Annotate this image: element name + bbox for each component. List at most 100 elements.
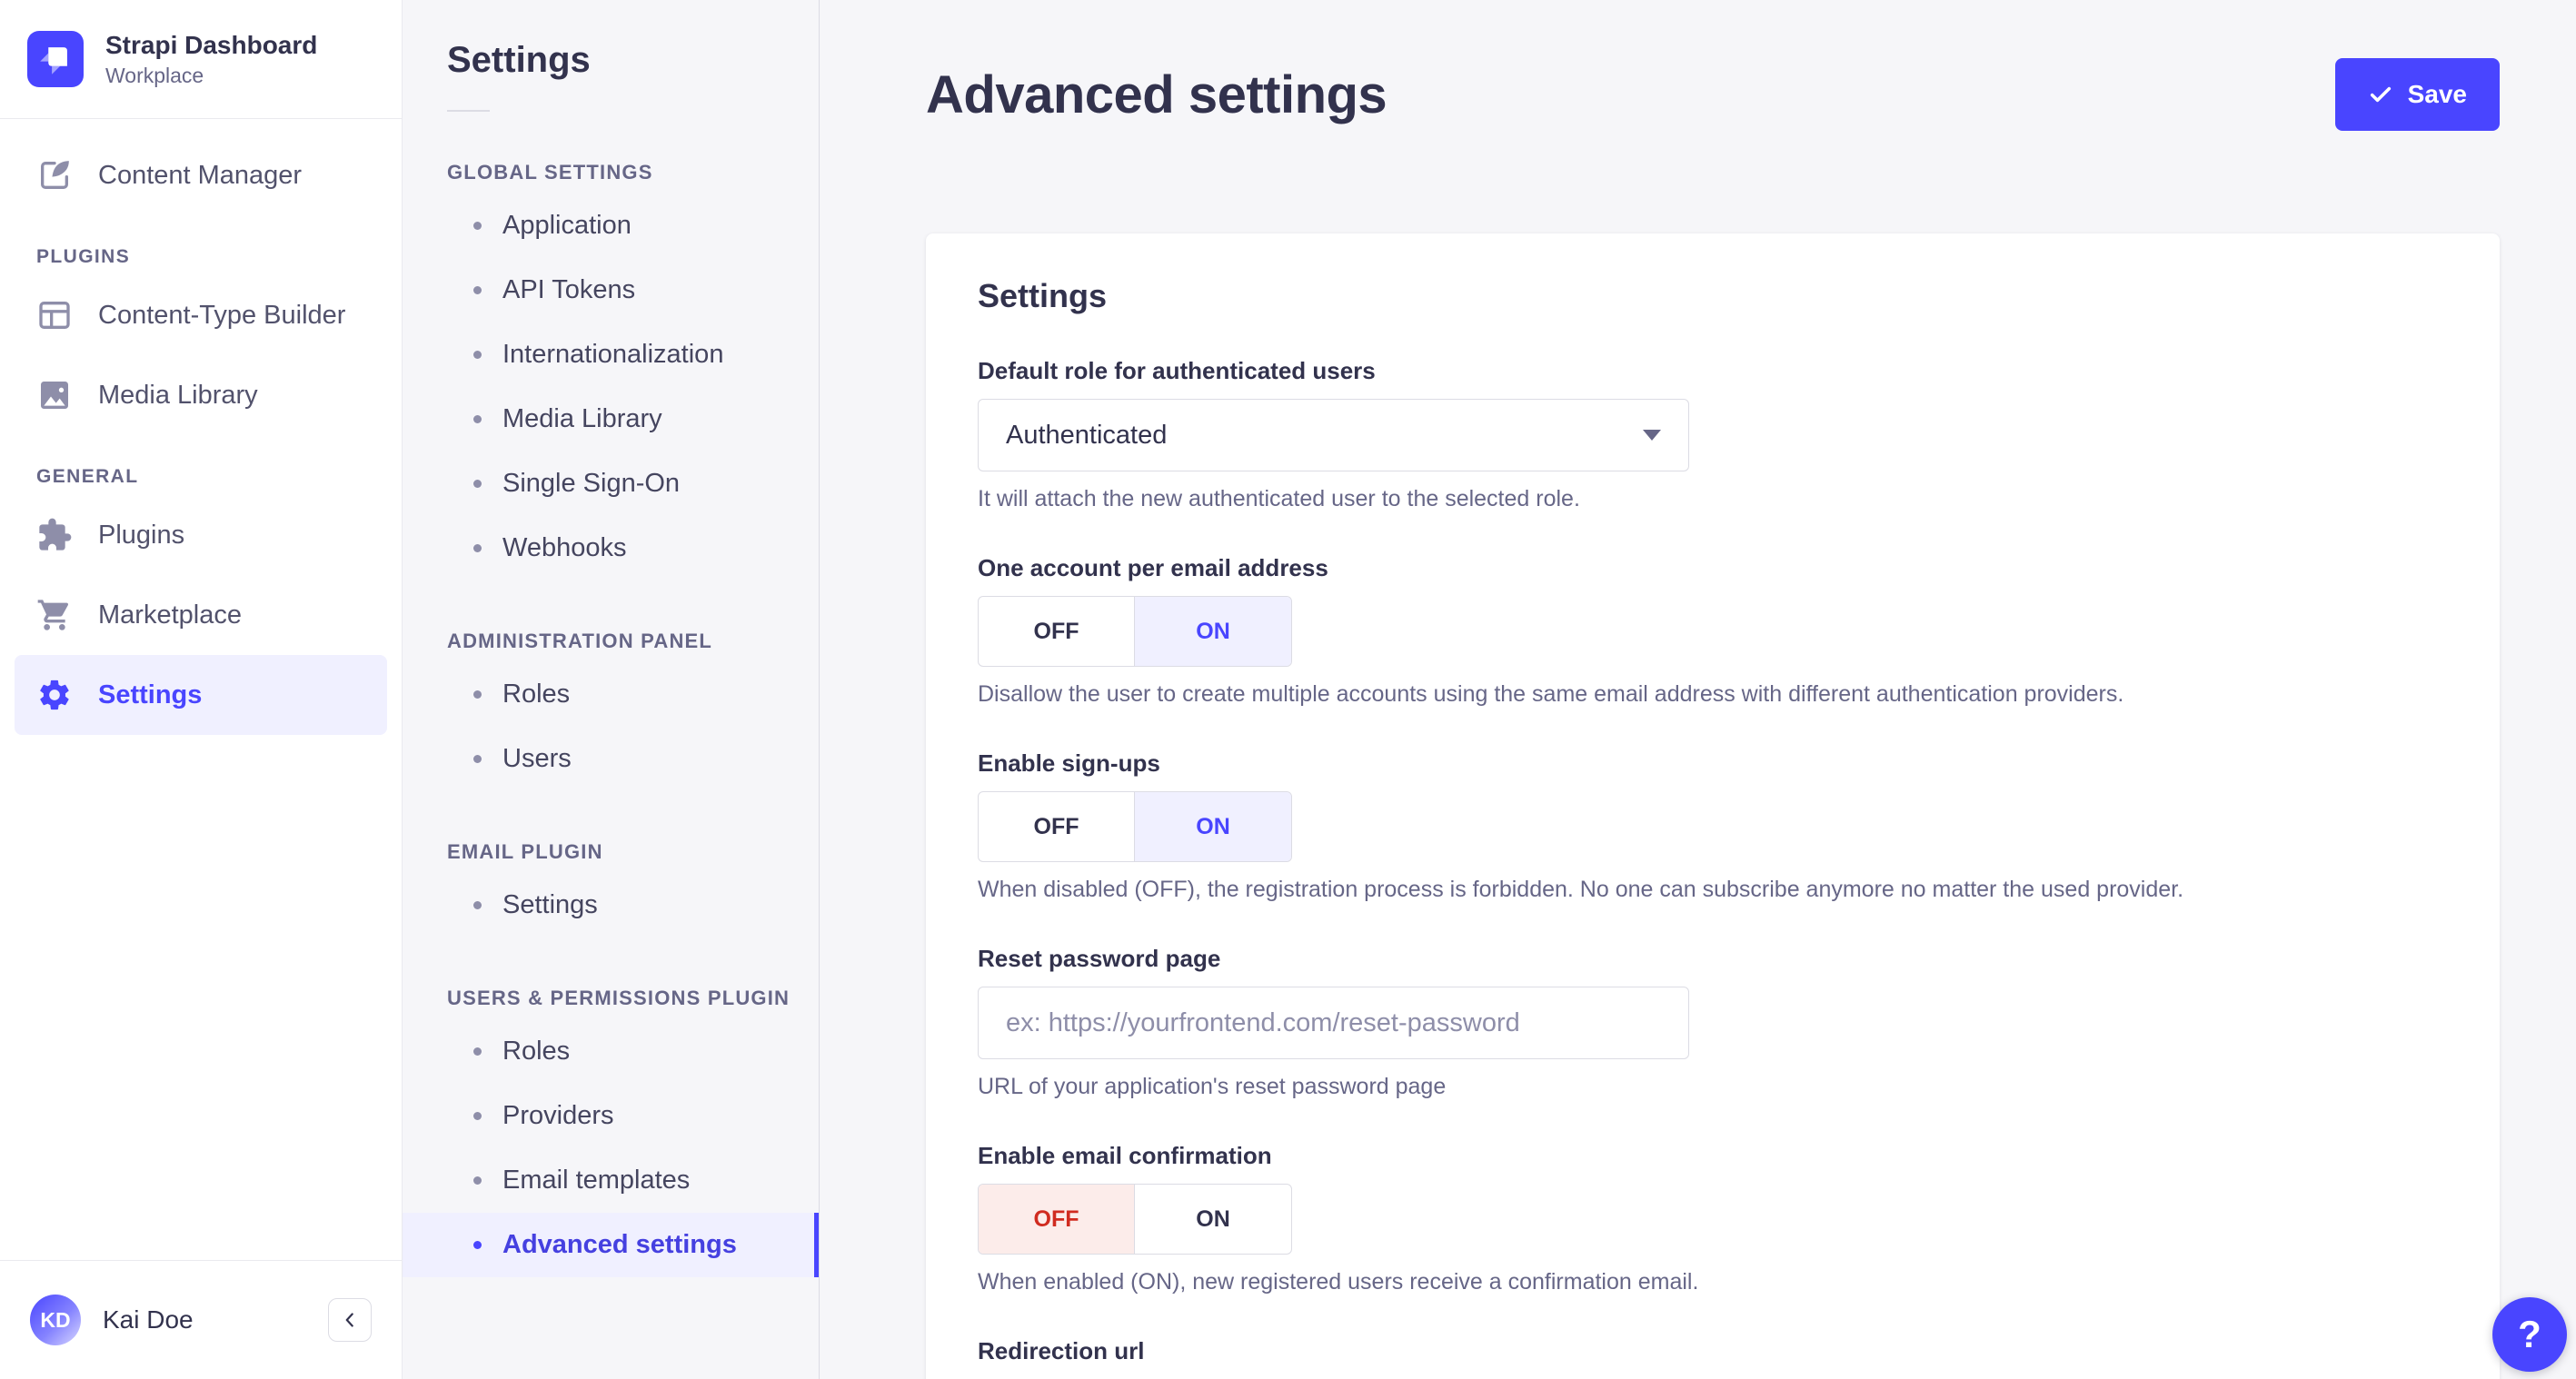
chevron-left-icon	[338, 1308, 362, 1332]
bullet-icon	[473, 480, 482, 488]
field-label: Enable sign-ups	[978, 749, 1160, 777]
sidebar-item-plugins[interactable]: Plugins	[15, 495, 387, 575]
enable-sign-ups-toggle[interactable]: OFF ON	[978, 791, 1292, 862]
chevron-down-icon	[1643, 430, 1661, 441]
brand-title: Strapi Dashboard	[105, 31, 318, 60]
sidebar-item-label: Plugins	[98, 520, 185, 550]
toggle-on-option[interactable]: ON	[1135, 1185, 1291, 1254]
strapi-admin-app: Strapi Dashboard Workplace Content Manag…	[0, 0, 2576, 1379]
bullet-icon	[473, 1047, 482, 1056]
bullet-icon	[473, 690, 482, 699]
subnav-item-label: Email templates	[502, 1166, 691, 1195]
page-header: Advanced settings Save	[820, 0, 2576, 131]
layout-grid-icon	[36, 297, 73, 333]
subnav-item-label: Roles	[502, 680, 571, 709]
subnav-item-up-roles[interactable]: Roles	[403, 1019, 819, 1084]
subnav-divider	[447, 110, 490, 112]
sidebar-nav: Content Manager PLUGINS Content-Type Bui…	[0, 119, 402, 1260]
subnav-item-admin-users[interactable]: Users	[403, 727, 819, 791]
sidebar-item-settings[interactable]: Settings	[15, 655, 387, 735]
toggle-on-option[interactable]: ON	[1135, 792, 1291, 861]
subnav-item-label: API Tokens	[502, 275, 636, 304]
subnav-item-providers[interactable]: Providers	[403, 1084, 819, 1148]
subnav-item-email-settings[interactable]: Settings	[403, 873, 819, 938]
toggle-off-option[interactable]: OFF	[979, 1185, 1135, 1254]
field-label: Reset password page	[978, 945, 1221, 972]
sidebar-item-media-library[interactable]: Media Library	[15, 355, 387, 435]
puzzle-icon	[36, 517, 73, 553]
help-button[interactable]: ?	[2492, 1297, 2567, 1372]
main-sidebar: Strapi Dashboard Workplace Content Manag…	[0, 0, 403, 1379]
workspace-brand[interactable]: Strapi Dashboard Workplace	[0, 0, 402, 119]
sidebar-item-label: Media Library	[98, 380, 258, 410]
field-label: Redirection url	[978, 1337, 1145, 1364]
sidebar-section-plugins: PLUGINS	[36, 246, 131, 267]
subnav-item-label: Settings	[502, 890, 598, 919]
field-hint: Disallow the user to create multiple acc…	[978, 681, 2124, 707]
default-role-select[interactable]: Authenticated	[978, 399, 1689, 471]
quill-square-icon	[36, 157, 73, 193]
subnav-item-single-sign-on[interactable]: Single Sign-On	[403, 451, 819, 516]
subnav-section-global-settings: GLOBAL SETTINGS	[447, 161, 653, 184]
subnav-item-webhooks[interactable]: Webhooks	[403, 516, 819, 580]
sidebar-item-content-type-builder[interactable]: Content-Type Builder	[15, 275, 387, 355]
bullet-icon	[473, 286, 482, 294]
field-label: One account per email address	[978, 554, 1328, 581]
one-account-per-email-toggle[interactable]: OFF ON	[978, 596, 1292, 667]
settings-card: Settings Default role for authenticated …	[926, 233, 2500, 1379]
sidebar-section-general: GENERAL	[36, 466, 139, 487]
toggle-off-option[interactable]: OFF	[979, 792, 1135, 861]
collapse-sidebar-button[interactable]	[328, 1298, 372, 1342]
subnav-item-advanced-settings[interactable]: Advanced settings	[403, 1213, 819, 1277]
bullet-icon	[473, 1176, 482, 1185]
subnav-item-application[interactable]: Application	[403, 193, 819, 258]
save-button-label: Save	[2407, 80, 2467, 108]
settings-subnav: Settings GLOBAL SETTINGS Application API…	[403, 0, 820, 1379]
field-default-role: Default role for authenticated users Aut…	[978, 357, 2448, 512]
brand-text: Strapi Dashboard Workplace	[105, 30, 317, 88]
cart-icon	[36, 597, 73, 633]
subnav-item-label: Roles	[502, 1037, 571, 1066]
subnav-item-label: Users	[502, 744, 572, 773]
field-hint: When enabled (ON), new registered users …	[978, 1269, 1699, 1295]
field-hint: When disabled (OFF), the registration pr…	[978, 877, 2184, 902]
bullet-icon	[473, 222, 482, 230]
field-reset-password-page: Reset password page URL of your applicat…	[978, 945, 2448, 1100]
field-hint: URL of your application's reset password…	[978, 1074, 1447, 1099]
toggle-on-option[interactable]: ON	[1135, 597, 1291, 666]
sidebar-item-marketplace[interactable]: Marketplace	[15, 575, 387, 655]
bullet-icon	[473, 901, 482, 909]
bullet-icon	[473, 544, 482, 552]
enable-email-confirmation-toggle[interactable]: OFF ON	[978, 1184, 1292, 1255]
sidebar-item-label: Settings	[98, 680, 203, 709]
save-button[interactable]: Save	[2334, 58, 2500, 131]
subnav-item-admin-roles[interactable]: Roles	[403, 662, 819, 727]
subnav-item-label: Single Sign-On	[502, 469, 681, 498]
sidebar-item-label: Marketplace	[98, 600, 242, 630]
subnav-title: Settings	[447, 40, 591, 80]
subnav-section-email-plugin: EMAIL PLUGIN	[447, 840, 603, 863]
avatar[interactable]: KD	[30, 1295, 81, 1345]
main-content: Advanced settings Save Settings Default …	[820, 0, 2576, 1379]
toggle-off-option[interactable]: OFF	[979, 597, 1135, 666]
subnav-item-label: Providers	[502, 1101, 614, 1130]
sidebar-item-content-manager[interactable]: Content Manager	[15, 135, 387, 215]
field-hint: It will attach the new authenticated use…	[978, 486, 1580, 511]
reset-password-page-input[interactable]	[978, 987, 1689, 1059]
field-one-account-per-email: One account per email address OFF ON Dis…	[978, 554, 2448, 708]
field-label: Default role for authenticated users	[978, 357, 1376, 384]
bullet-icon	[473, 1241, 482, 1249]
subnav-item-api-tokens[interactable]: API Tokens	[403, 258, 819, 322]
subnav-item-label: Advanced settings	[502, 1230, 737, 1259]
subnav-item-label: Media Library	[502, 404, 662, 433]
user-name: Kai Doe	[103, 1305, 194, 1334]
field-redirection-url: Redirection url	[978, 1337, 2448, 1379]
field-enable-email-confirmation: Enable email confirmation OFF ON When en…	[978, 1142, 2448, 1295]
bullet-icon	[473, 351, 482, 359]
subnav-item-media-library[interactable]: Media Library	[403, 387, 819, 451]
brand-subtitle: Workplace	[105, 63, 204, 87]
sidebar-footer: KD Kai Doe	[0, 1260, 402, 1379]
subnav-item-internationalization[interactable]: Internationalization	[403, 322, 819, 387]
subnav-item-email-templates[interactable]: Email templates	[403, 1148, 819, 1213]
bullet-icon	[473, 1112, 482, 1120]
